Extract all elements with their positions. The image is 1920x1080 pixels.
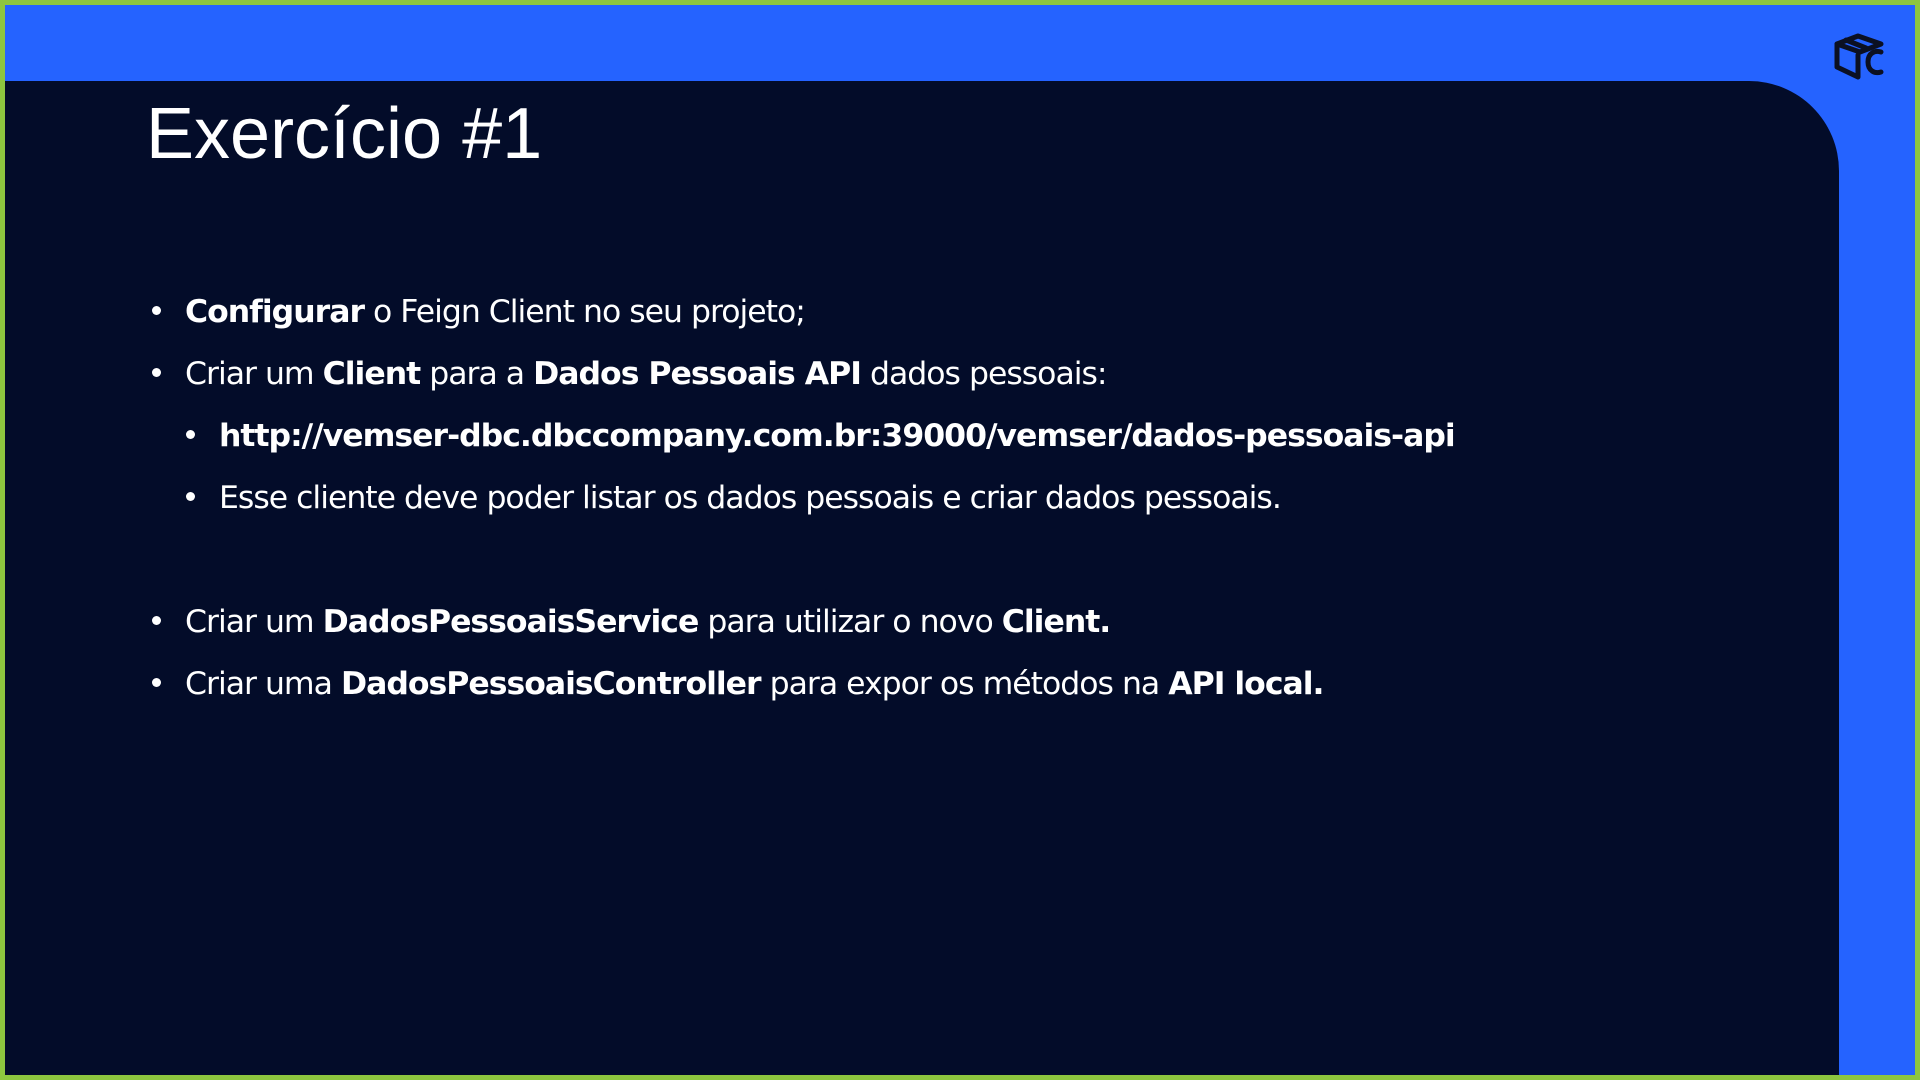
- bullet-text-bold: Client: [322, 356, 422, 392]
- bullet-item: Configurar o Feign Client no seu projeto…: [146, 281, 1455, 343]
- bullet-text: Criar um: [185, 604, 323, 640]
- bullet-list: Configurar o Feign Client no seu projeto…: [146, 281, 1456, 715]
- slide: Exercício #1 Configurar o Feign Client n…: [5, 5, 1915, 1075]
- bullet-item: Criar uma DadosPessoaisController para e…: [146, 653, 1455, 715]
- bullet-text-bold: Client.: [1001, 604, 1112, 640]
- bullet-text-bold: API local.: [1168, 666, 1324, 702]
- bullet-text: Esse cliente deve poder listar os dados …: [219, 480, 1282, 516]
- bullet-text-bold: Configurar: [185, 294, 365, 330]
- bullet-text: para expor os métodos na: [760, 666, 1169, 702]
- bullet-text-bold: DadosPessoaisController: [340, 666, 762, 702]
- bullet-item: Criar um Client para a Dados Pessoais AP…: [146, 343, 1455, 405]
- bullet-text: para utilizar o novo: [698, 604, 1002, 640]
- bullet-item: Criar um DadosPessoaisService para utili…: [146, 591, 1455, 653]
- bullet-text-bold: DadosPessoaisService: [322, 604, 700, 640]
- sub-bullet-item: http://vemser-dbc.dbccompany.com.br:3900…: [180, 405, 1456, 467]
- slide-title: Exercício #1: [146, 94, 543, 174]
- bullet-text: Criar um: [185, 356, 323, 392]
- api-url-text: http://vemser-dbc.dbccompany.com.br:3900…: [219, 418, 1456, 454]
- bullet-text: Criar uma: [185, 666, 341, 702]
- bullet-text: o Feign Client no seu projeto;: [364, 294, 806, 330]
- bullet-text-bold: Dados Pessoais API: [533, 356, 862, 392]
- bullet-text: dados pessoais:: [860, 356, 1108, 392]
- bullet-text: para a: [420, 356, 534, 392]
- dbc-cube-logo-icon: [1834, 33, 1884, 80]
- sub-bullet-item: Esse cliente deve poder listar os dados …: [180, 467, 1455, 529]
